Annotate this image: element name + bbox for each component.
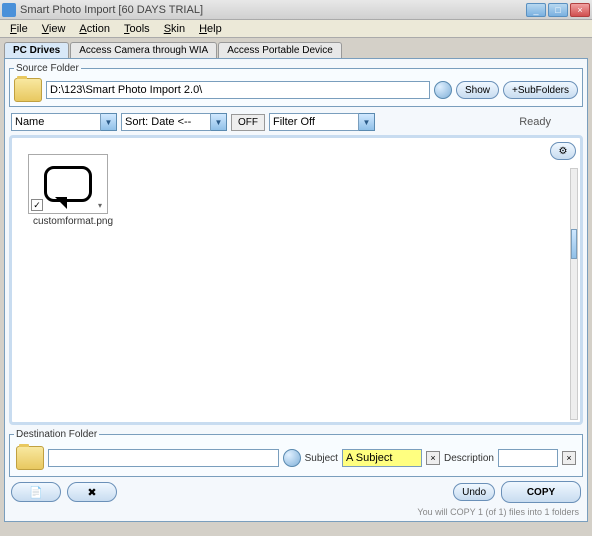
tab-pc-drives[interactable]: PC Drives bbox=[4, 42, 69, 58]
name-field[interactable] bbox=[11, 113, 101, 131]
source-legend: Source Folder bbox=[14, 63, 81, 74]
tabs: PC Drives Access Camera through WIA Acce… bbox=[4, 42, 588, 58]
folder-icon bbox=[16, 446, 44, 470]
off-toggle[interactable]: OFF bbox=[231, 114, 265, 131]
clear-subject-button[interactable]: × bbox=[426, 451, 440, 465]
maximize-button[interactable]: □ bbox=[548, 3, 568, 17]
minimize-button[interactable]: _ bbox=[526, 3, 546, 17]
close-button[interactable]: × bbox=[570, 3, 590, 17]
chevron-down-icon[interactable]: ▼ bbox=[359, 113, 375, 131]
view-options-button[interactable]: ⚙ bbox=[550, 142, 576, 160]
source-path-input[interactable] bbox=[46, 81, 430, 99]
bottom-bar: 📄 ✖ Undo COPY bbox=[9, 477, 583, 507]
menu-action[interactable]: Action bbox=[73, 22, 116, 36]
dest-path-input[interactable] bbox=[48, 449, 279, 467]
thumbnail-image[interactable]: ✓ ▾ bbox=[28, 154, 108, 214]
filter-combo[interactable]: ▼ bbox=[269, 113, 375, 131]
browse-dest-button[interactable] bbox=[283, 449, 301, 467]
thumbnail-menu-icon[interactable]: ▾ bbox=[95, 201, 105, 211]
destination-fieldset: Destination Folder Subject × Description… bbox=[9, 429, 583, 477]
source-folder-fieldset: Source Folder Show +SubFolders bbox=[9, 63, 583, 107]
window-title: Smart Photo Import [60 DAYS TRIAL] bbox=[20, 4, 524, 16]
menubar: File View Action Tools Skin Help bbox=[0, 20, 592, 38]
thumbnail-checkbox[interactable]: ✓ bbox=[31, 199, 43, 211]
browse-source-button[interactable] bbox=[434, 81, 452, 99]
scrollbar[interactable] bbox=[570, 168, 578, 420]
description-label: Description bbox=[444, 453, 494, 464]
titlebar: Smart Photo Import [60 DAYS TRIAL] _ □ × bbox=[0, 0, 592, 20]
subject-label: Subject bbox=[305, 453, 338, 464]
undo-button[interactable]: Undo bbox=[453, 483, 495, 501]
filter-field[interactable] bbox=[269, 113, 359, 131]
main-panel: Source Folder Show +SubFolders ▼ ▼ OFF ▼ bbox=[4, 58, 588, 522]
thumbnail-filename: customformat.png bbox=[28, 216, 118, 227]
copy-button[interactable]: COPY bbox=[501, 481, 581, 503]
show-button[interactable]: Show bbox=[456, 81, 499, 99]
sort-combo[interactable]: ▼ bbox=[121, 113, 227, 131]
folder-icon bbox=[14, 78, 42, 102]
menu-view[interactable]: View bbox=[36, 22, 72, 36]
tool-button-2[interactable]: ✖ bbox=[67, 482, 117, 502]
menu-skin[interactable]: Skin bbox=[158, 22, 191, 36]
menu-help[interactable]: Help bbox=[193, 22, 228, 36]
toolbar: ▼ ▼ OFF ▼ Ready bbox=[9, 111, 583, 133]
subject-input[interactable] bbox=[342, 449, 422, 467]
status-text: Ready bbox=[519, 116, 551, 128]
description-input[interactable] bbox=[498, 449, 558, 467]
sort-field[interactable] bbox=[121, 113, 211, 131]
speech-bubble-icon bbox=[44, 166, 92, 202]
name-combo[interactable]: ▼ bbox=[11, 113, 117, 131]
app-icon bbox=[2, 3, 16, 17]
clear-description-button[interactable]: × bbox=[562, 451, 576, 465]
tool-button-1[interactable]: 📄 bbox=[11, 482, 61, 502]
tab-portable[interactable]: Access Portable Device bbox=[218, 42, 342, 58]
chevron-down-icon[interactable]: ▼ bbox=[101, 113, 117, 131]
thumbnail-item[interactable]: ✓ ▾ customformat.png bbox=[28, 154, 118, 227]
thumbnail-view: ⚙ ✓ ▾ customformat.png bbox=[9, 135, 583, 425]
copy-status: You will COPY 1 (of 1) files into 1 fold… bbox=[9, 507, 579, 517]
scroll-thumb[interactable] bbox=[571, 229, 577, 259]
chevron-down-icon[interactable]: ▼ bbox=[211, 113, 227, 131]
menu-tools[interactable]: Tools bbox=[118, 22, 156, 36]
dest-legend: Destination Folder bbox=[14, 429, 99, 440]
subfolders-button[interactable]: +SubFolders bbox=[503, 81, 578, 99]
menu-file[interactable]: File bbox=[4, 22, 34, 36]
tab-wia[interactable]: Access Camera through WIA bbox=[70, 42, 217, 58]
